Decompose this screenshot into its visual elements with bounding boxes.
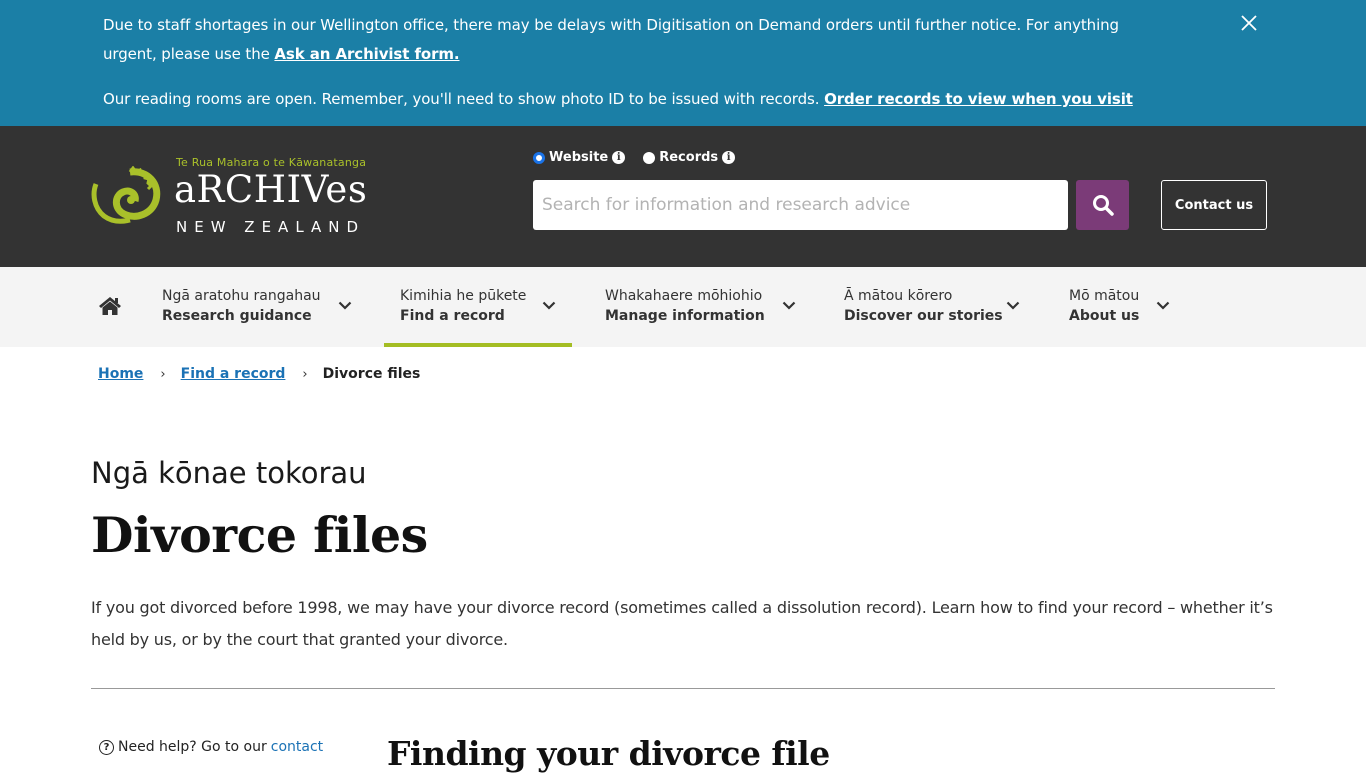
nav-item-english-label: Find a record	[400, 308, 505, 324]
nav-item-english-label: About us	[1069, 308, 1140, 324]
nav-item-english-label: Discover our stories	[844, 308, 1003, 324]
radio-records[interactable]: Records i	[643, 150, 736, 165]
nav-item-discover-our-stories[interactable]: Ā mātou kōrero Discover our stories	[844, 267, 1034, 347]
search-scope-radio-group: Website i Records i	[533, 150, 736, 165]
nav-item-maori-label: Mō mātou	[1069, 288, 1140, 304]
active-nav-indicator	[384, 343, 572, 347]
help-text: Need help? Go to our	[118, 739, 267, 755]
radio-button-unchecked[interactable]	[643, 151, 656, 164]
breadcrumb: Home › Find a record › Divorce files	[98, 366, 420, 382]
radio-label: Records	[659, 150, 719, 165]
nav-item-maori-label: Ā mātou kōrero	[844, 288, 953, 304]
main-navigation: Ngā aratohu rangahau Research guidance K…	[0, 267, 1366, 347]
nav-item-english-label: Research guidance	[162, 308, 312, 324]
breadcrumb-current-page: Divorce files	[322, 366, 421, 382]
nav-item-maori-label: Whakahaere mōhiohio	[605, 288, 763, 304]
section-heading: Finding your divorce file	[387, 734, 830, 773]
alert-text: Due to staff shortages in our Wellington…	[103, 16, 1119, 63]
radio-button-checked[interactable]	[533, 151, 545, 164]
nav-item-about-us[interactable]: Mō mātou About us	[1069, 267, 1179, 347]
nav-item-research-guidance[interactable]: Ngā aratohu rangahau Research guidance	[162, 267, 362, 347]
chevron-down-icon	[1006, 301, 1020, 310]
info-icon[interactable]: i	[612, 151, 626, 164]
info-icon[interactable]: i	[722, 151, 736, 164]
radio-label: Website	[549, 150, 609, 165]
chevron-down-icon	[1156, 301, 1170, 310]
alert-message-reading-rooms: Our reading rooms are open. Remember, yo…	[103, 85, 1203, 114]
divider	[91, 688, 1275, 689]
breadcrumb-home-link[interactable]: Home	[98, 366, 143, 382]
nav-item-find-a-record[interactable]: Kimihia he pūkete Find a record	[384, 267, 572, 347]
site-header: Te Rua Mahara o te Kāwanatanga aRCHIVes …	[0, 126, 1366, 267]
archives-nz-logo[interactable]: Te Rua Mahara o te Kāwanatanga aRCHIVes …	[90, 156, 370, 236]
search-button[interactable]	[1076, 180, 1129, 230]
breadcrumb-separator: ›	[302, 366, 308, 382]
koru-logo-icon	[91, 166, 161, 224]
contact-us-button[interactable]: Contact us	[1161, 180, 1267, 230]
home-button[interactable]	[98, 296, 122, 318]
search-input[interactable]	[533, 180, 1068, 230]
question-icon: ?	[99, 739, 114, 755]
page-title: Divorce files	[91, 506, 428, 564]
nav-item-english-label: Manage information	[605, 308, 765, 324]
alert-banner: Due to staff shortages in our Wellington…	[0, 0, 1366, 126]
chevron-down-icon	[782, 301, 796, 310]
page-intro: If you got divorced before 1998, we may …	[91, 598, 1273, 649]
breadcrumb-separator: ›	[160, 366, 166, 382]
chevron-down-icon	[542, 301, 556, 310]
nav-item-manage-information[interactable]: Whakahaere mōhiohio Manage information	[605, 267, 805, 347]
logo-subtext: NEW ZEALAND	[176, 218, 366, 236]
help-box: ? Need help? Go to our contact	[99, 739, 323, 755]
ask-an-archivist-link[interactable]: Ask an Archivist form.	[274, 45, 459, 63]
contact-link[interactable]: contact	[271, 739, 323, 755]
logo-wordmark: aRCHIVes	[174, 168, 368, 211]
nav-item-maori-label: Ngā aratohu rangahau	[162, 288, 321, 304]
breadcrumb-find-a-record-link[interactable]: Find a record	[181, 366, 286, 382]
radio-website[interactable]: Website i	[533, 150, 626, 165]
alert-text: Our reading rooms are open. Remember, yo…	[103, 90, 825, 108]
page-subtitle-maori: Ngā kōnae tokorau	[91, 456, 367, 490]
close-icon	[1241, 15, 1257, 31]
close-alert-button[interactable]	[1240, 14, 1260, 36]
home-icon	[99, 297, 121, 315]
search-icon	[1092, 195, 1114, 216]
alert-message-staff-shortage: Due to staff shortages in our Wellington…	[103, 11, 1163, 69]
chevron-down-icon	[338, 301, 352, 310]
order-records-link[interactable]: Order records to view when you visit	[824, 90, 1133, 108]
nav-item-maori-label: Kimihia he pūkete	[400, 288, 527, 304]
